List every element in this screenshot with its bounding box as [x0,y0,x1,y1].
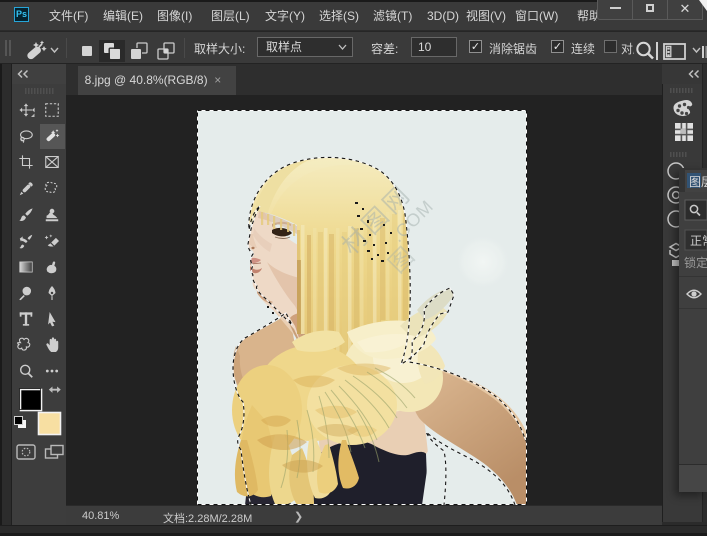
svg-text:锁定: 锁定 [684,255,707,270]
svg-text:图层: 图层 [689,175,707,189]
svg-text:正常: 正常 [690,234,707,248]
